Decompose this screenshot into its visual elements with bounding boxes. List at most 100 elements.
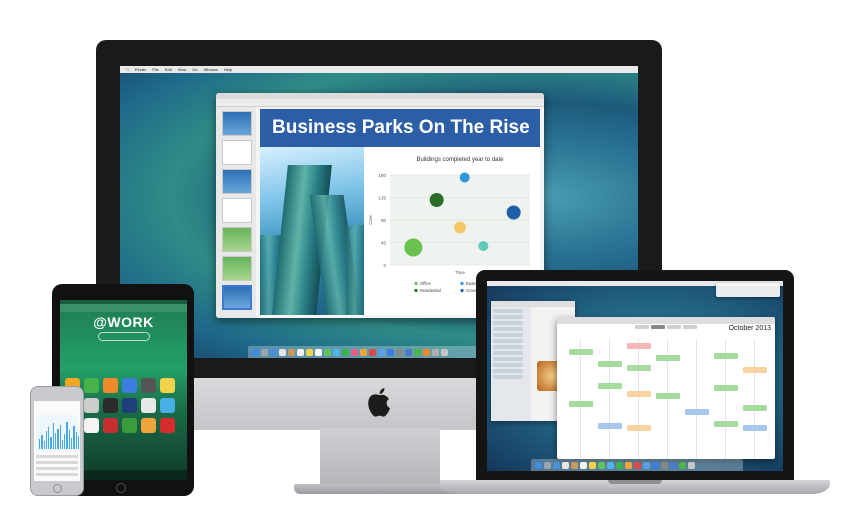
calendar-event[interactable]: [598, 423, 622, 429]
system-preferences-icon[interactable]: [661, 461, 668, 469]
safari-icon[interactable]: [270, 348, 277, 356]
calendar-event[interactable]: [714, 421, 738, 427]
calendar-icon[interactable]: [580, 461, 587, 469]
ibooks-icon[interactable]: [378, 348, 385, 356]
notes-icon[interactable]: [589, 461, 596, 469]
calendar-event[interactable]: [743, 425, 767, 431]
app-icon[interactable]: [160, 398, 175, 413]
slide-thumbnail-selected[interactable]: [222, 285, 252, 310]
calendar-titlebar[interactable]: [557, 317, 775, 324]
app-icon[interactable]: [103, 378, 118, 393]
calendar-event[interactable]: [656, 393, 680, 399]
notification-banner[interactable]: [716, 283, 780, 297]
keynote-toolbar[interactable]: [216, 99, 544, 107]
safari-icon[interactable]: [553, 461, 560, 469]
system-preferences-icon[interactable]: [396, 348, 403, 356]
list-item[interactable]: [36, 461, 78, 464]
app-store-banner-headline[interactable]: @WORK: [60, 314, 187, 330]
ipad-home-button[interactable]: [116, 483, 126, 493]
sidebar-item[interactable]: [493, 345, 523, 349]
calendar-event[interactable]: [627, 365, 651, 371]
calendar-event[interactable]: [569, 401, 593, 407]
sidebar-item[interactable]: [493, 351, 523, 355]
sidebar-item[interactable]: [493, 357, 523, 361]
slide-thumbnail[interactable]: [222, 198, 252, 223]
menu-file[interactable]: File: [152, 67, 158, 72]
calendar-icon[interactable]: [297, 348, 304, 356]
menu-go[interactable]: Go: [192, 67, 197, 72]
mail-icon[interactable]: [562, 461, 569, 469]
tab-week[interactable]: [651, 325, 665, 329]
contacts-icon[interactable]: [288, 348, 295, 356]
reminders-icon[interactable]: [315, 348, 322, 356]
app-store-icon[interactable]: [387, 348, 394, 356]
menu-edit[interactable]: Edit: [165, 67, 172, 72]
finder-icon[interactable]: [252, 348, 259, 356]
downloads-stack-icon[interactable]: [432, 348, 439, 356]
app-icon[interactable]: [84, 398, 99, 413]
sidebar-item[interactable]: [493, 315, 523, 319]
launchpad-icon[interactable]: [544, 461, 551, 469]
trash-icon[interactable]: [688, 461, 695, 469]
menu-finder[interactable]: Finder: [135, 67, 146, 72]
menu-help[interactable]: Help: [224, 67, 232, 72]
numbers-icon[interactable]: [414, 348, 421, 356]
slide-thumbnail[interactable]: [222, 111, 252, 136]
sidebar-item[interactable]: [493, 333, 523, 337]
tab-day[interactable]: [635, 325, 649, 329]
app-store-icon[interactable]: [652, 461, 659, 469]
maps-icon[interactable]: [598, 461, 605, 469]
sidebar-item[interactable]: [493, 339, 523, 343]
launchpad-icon[interactable]: [261, 348, 268, 356]
app-icon[interactable]: [84, 418, 99, 433]
ibooks-icon[interactable]: [643, 461, 650, 469]
calendar-event[interactable]: [569, 349, 593, 355]
sidebar-item[interactable]: [493, 363, 523, 367]
tab-year[interactable]: [683, 325, 697, 329]
calendar-event[interactable]: [627, 425, 651, 431]
calendar-event[interactable]: [598, 383, 622, 389]
app-icon[interactable]: [122, 398, 137, 413]
numbers-icon[interactable]: [679, 461, 686, 469]
iphoto-icon[interactable]: [625, 461, 632, 469]
contacts-icon[interactable]: [571, 461, 578, 469]
list-item[interactable]: [36, 467, 78, 470]
list-item[interactable]: [36, 473, 78, 476]
finder-icon[interactable]: [535, 461, 542, 469]
app-icon[interactable]: [84, 378, 99, 393]
slide-thumbnail[interactable]: [222, 256, 252, 281]
facetime-icon[interactable]: [616, 461, 623, 469]
app-icon[interactable]: [103, 398, 118, 413]
calendar-event[interactable]: [656, 355, 680, 361]
iphoto-icon[interactable]: [360, 348, 367, 356]
itunes-icon[interactable]: [634, 461, 641, 469]
facetime-icon[interactable]: [342, 348, 349, 356]
menu-window[interactable]: Window: [204, 67, 218, 72]
menu-view[interactable]: View: [178, 67, 187, 72]
mail-icon[interactable]: [279, 348, 286, 356]
calendar-event[interactable]: [627, 391, 651, 397]
messages-icon[interactable]: [333, 348, 340, 356]
iphone-home-button[interactable]: [53, 484, 62, 493]
keynote-icon[interactable]: [670, 461, 677, 469]
sidebar-item[interactable]: [493, 369, 523, 373]
sidebar-item[interactable]: [493, 309, 523, 313]
sidebar-item[interactable]: [493, 375, 523, 379]
sidebar-item[interactable]: [493, 321, 523, 325]
slide-thumbnail[interactable]: [222, 169, 252, 194]
app-icon[interactable]: [141, 398, 156, 413]
calendar-event[interactable]: [598, 361, 622, 367]
app-icon[interactable]: [160, 418, 175, 433]
sidebar-item[interactable]: [493, 327, 523, 331]
app-store-banner-pill[interactable]: [98, 332, 150, 341]
app-icon[interactable]: [141, 378, 156, 393]
slide-thumbnail[interactable]: [222, 227, 252, 252]
calendar-week-grid[interactable]: [557, 339, 775, 459]
notes-icon[interactable]: [306, 348, 313, 356]
itunes-icon[interactable]: [369, 348, 376, 356]
app-icon[interactable]: [103, 418, 118, 433]
photo-booth-icon[interactable]: [351, 348, 358, 356]
list-item[interactable]: [36, 455, 78, 458]
calendar-event[interactable]: [714, 353, 738, 359]
calendar-event[interactable]: [714, 385, 738, 391]
